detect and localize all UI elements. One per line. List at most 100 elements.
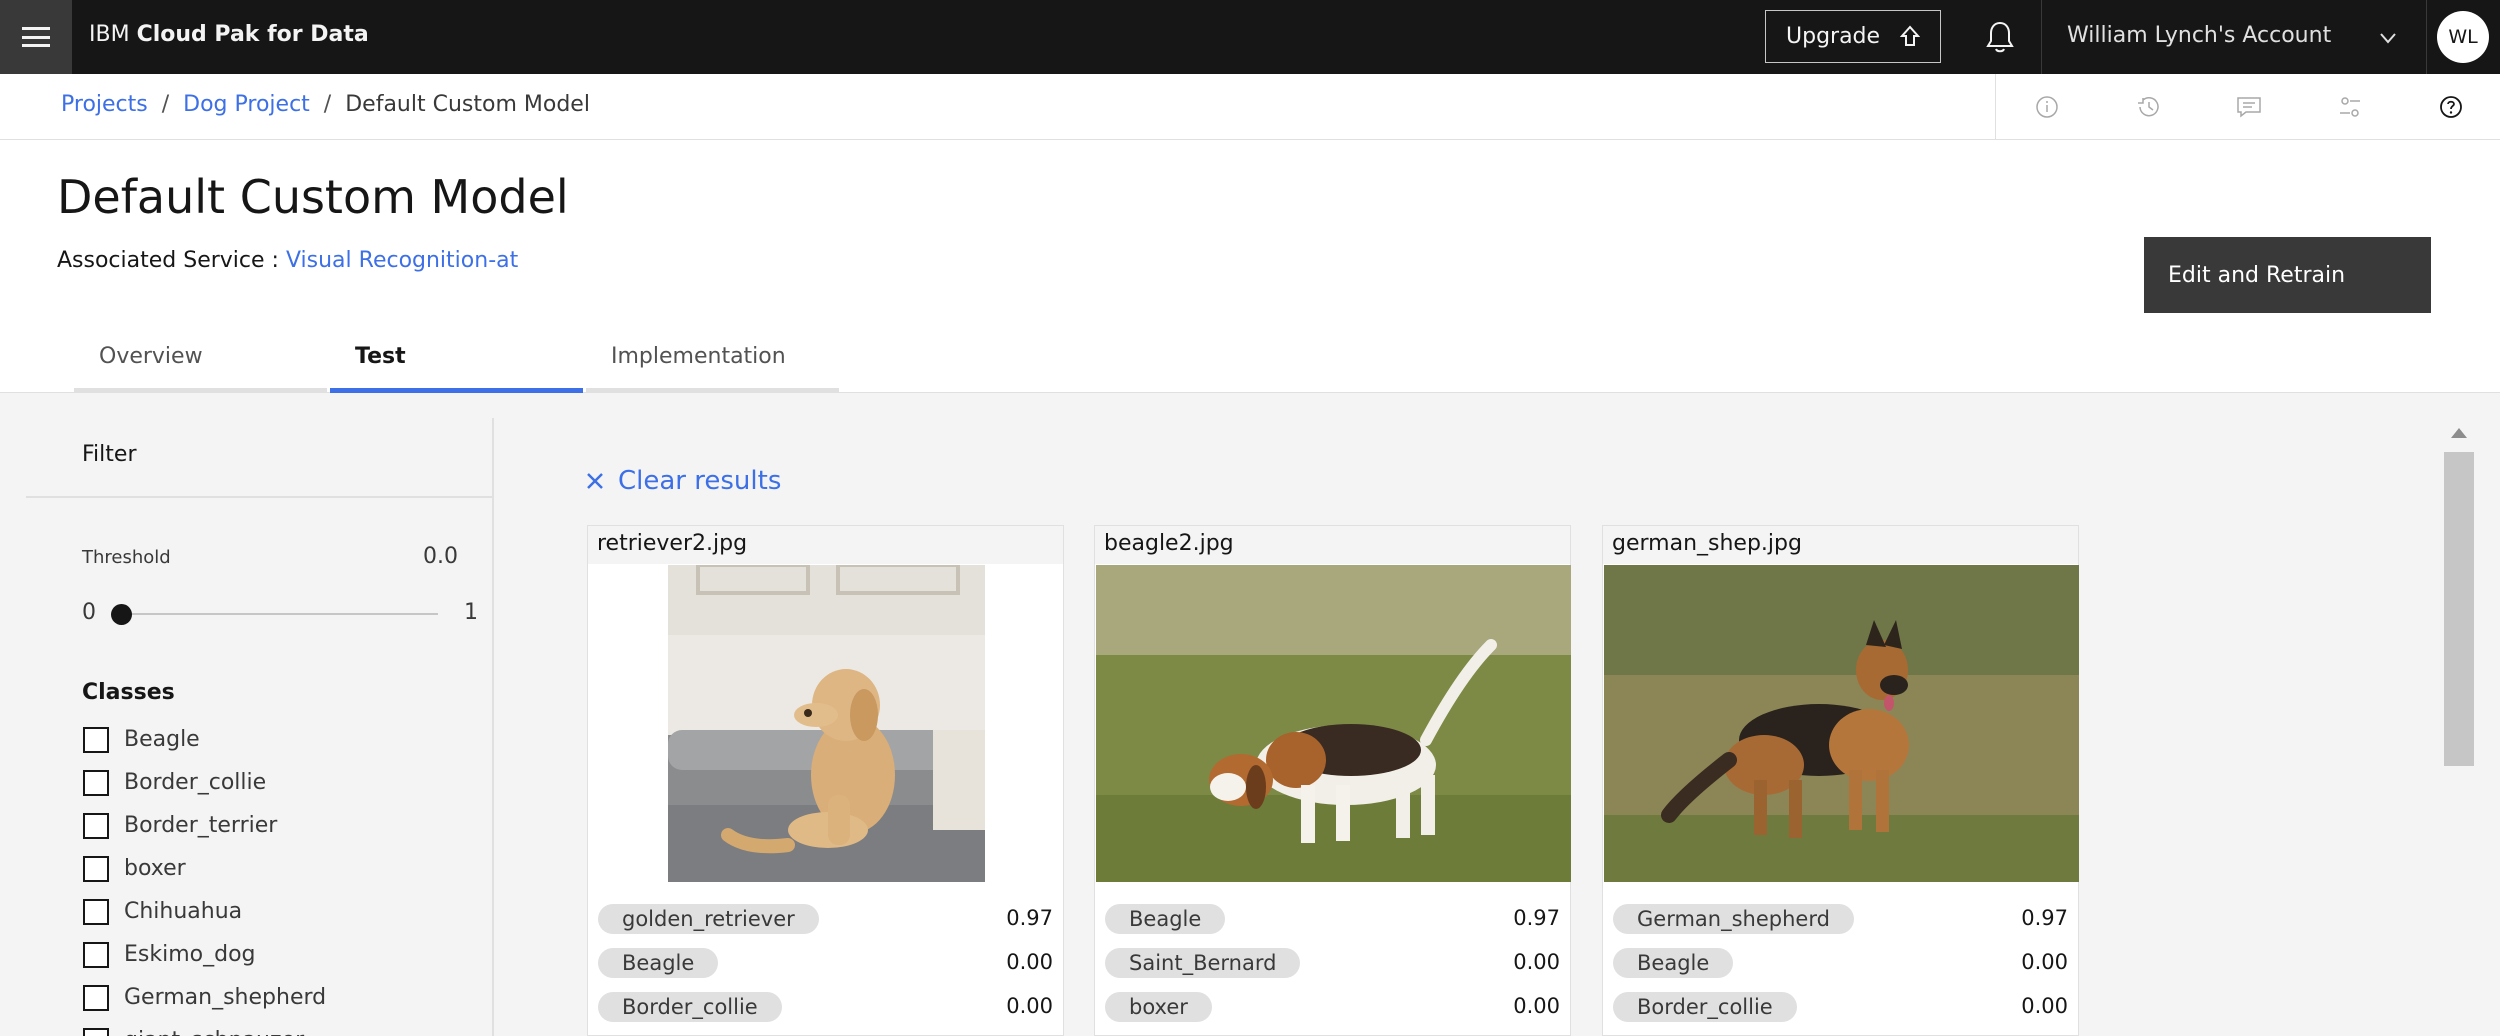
class-item[interactable]: Border_terrier bbox=[83, 804, 326, 847]
brand-name: Cloud Pak for Data bbox=[136, 22, 369, 47]
info-icon bbox=[2035, 96, 2058, 118]
score-value: 0.00 bbox=[2021, 950, 2068, 974]
score-row: golden_retriever 0.97 bbox=[598, 904, 1053, 948]
scroll-up-arrow-icon[interactable] bbox=[2451, 428, 2467, 438]
score-row: Beagle 0.97 bbox=[1105, 904, 1560, 948]
chevron-down-icon[interactable] bbox=[2378, 28, 2398, 48]
upgrade-arrow-icon bbox=[1900, 25, 1920, 46]
score-value: 0.97 bbox=[1006, 906, 1053, 930]
notification-bell-icon[interactable] bbox=[1985, 20, 2015, 54]
account-switcher[interactable]: William Lynch's Account bbox=[2067, 23, 2331, 48]
class-tag: Beagle bbox=[598, 948, 719, 978]
score-value: 0.00 bbox=[2021, 994, 2068, 1018]
brand-logo[interactable]: IBM Cloud Pak for Data bbox=[89, 22, 369, 47]
breadcrumb-projects[interactable]: Projects bbox=[61, 92, 148, 117]
filter-title: Filter bbox=[82, 442, 137, 467]
help-button[interactable] bbox=[2400, 74, 2500, 140]
info-button[interactable] bbox=[1996, 74, 2097, 140]
class-list: Beagle Border_collie Border_terrier boxe… bbox=[83, 718, 326, 1036]
score-row: Border_collie 0.00 bbox=[598, 992, 1053, 1036]
score-row: German_shepherd 0.97 bbox=[1613, 904, 2068, 948]
threshold-slider-track[interactable] bbox=[121, 613, 438, 615]
class-item[interactable]: Eskimo_dog bbox=[83, 933, 326, 976]
class-checkbox[interactable] bbox=[83, 1027, 109, 1036]
clear-results-button[interactable]: Clear results bbox=[586, 466, 781, 496]
threshold-slider-handle[interactable] bbox=[111, 604, 132, 625]
class-label: Eskimo_dog bbox=[124, 942, 256, 967]
breadcrumb-bar: Projects / Dog Project / Default Custom … bbox=[0, 74, 2500, 140]
score-row: Beagle 0.00 bbox=[598, 948, 1053, 992]
score-value: 0.00 bbox=[1513, 950, 1560, 974]
class-label: Beagle bbox=[124, 727, 200, 752]
score-value: 0.97 bbox=[1513, 906, 1560, 930]
page-toolbar bbox=[1995, 74, 2500, 140]
class-item[interactable]: boxer bbox=[83, 847, 326, 890]
class-label: German_shepherd bbox=[124, 985, 327, 1010]
settings-button[interactable] bbox=[2299, 74, 2400, 140]
associated-service: Associated Service : Visual Recognition-… bbox=[57, 248, 518, 273]
threshold-value: 0.0 bbox=[423, 544, 458, 569]
clear-results-label: Clear results bbox=[618, 466, 782, 496]
result-card[interactable]: retriever2.jpg golden_retriever 0.97 Beag… bbox=[587, 525, 1064, 1036]
result-image bbox=[1604, 565, 2079, 882]
class-checkbox[interactable] bbox=[83, 941, 109, 968]
class-tag: Beagle bbox=[1105, 904, 1226, 934]
filter-divider bbox=[26, 496, 492, 498]
page-title: Default Custom Model bbox=[57, 170, 569, 224]
user-avatar[interactable]: WL bbox=[2437, 11, 2489, 63]
associated-service-link[interactable]: Visual Recognition-at bbox=[286, 248, 518, 273]
edit-and-retrain-button[interactable]: Edit and Retrain bbox=[2144, 237, 2431, 313]
class-checkbox[interactable] bbox=[83, 812, 109, 839]
class-item[interactable]: giant_schnauzer bbox=[83, 1019, 326, 1036]
score-value: 0.00 bbox=[1513, 994, 1560, 1018]
class-tag: German_shepherd bbox=[1613, 904, 1854, 934]
class-checkbox[interactable] bbox=[83, 984, 109, 1011]
class-tag: Border_collie bbox=[598, 992, 782, 1022]
class-checkbox[interactable] bbox=[83, 898, 109, 925]
hamburger-icon bbox=[22, 27, 50, 47]
associated-service-label: Associated Service : bbox=[57, 248, 279, 273]
tab-test[interactable]: Test bbox=[330, 325, 583, 393]
class-item[interactable]: Beagle bbox=[83, 718, 326, 761]
score-value: 0.00 bbox=[1006, 994, 1053, 1018]
top-navigation-bar: IBM Cloud Pak for Data Upgrade William L… bbox=[0, 0, 2500, 74]
upgrade-label: Upgrade bbox=[1786, 24, 1881, 49]
class-item[interactable]: German_shepherd bbox=[83, 976, 326, 1019]
menu-button[interactable] bbox=[0, 0, 72, 74]
class-checkbox[interactable] bbox=[83, 855, 109, 882]
scrollbar-thumb[interactable] bbox=[2444, 452, 2474, 766]
classes-heading: Classes bbox=[82, 680, 175, 705]
topbar-divider bbox=[2426, 0, 2427, 74]
class-checkbox[interactable] bbox=[83, 769, 109, 796]
class-label: Border_terrier bbox=[124, 813, 278, 838]
class-tag: boxer bbox=[1105, 992, 1212, 1022]
comment-icon bbox=[2236, 97, 2261, 118]
score-row: Border_collie 0.00 bbox=[1613, 992, 2068, 1036]
comments-button[interactable] bbox=[2198, 74, 2299, 140]
tab-implementation[interactable]: Implementation bbox=[586, 325, 839, 393]
breadcrumb: Projects / Dog Project / Default Custom … bbox=[61, 92, 590, 117]
class-tag: golden_retriever bbox=[598, 904, 819, 934]
class-tag: Border_collie bbox=[1613, 992, 1797, 1022]
upgrade-button[interactable]: Upgrade bbox=[1765, 10, 1941, 63]
result-card[interactable]: german_shep.jpg German_shepherd 0.97 Beag… bbox=[1602, 525, 2079, 1036]
history-button[interactable] bbox=[2097, 74, 2198, 140]
card-filename: german_shep.jpg bbox=[1603, 526, 2078, 564]
topbar-divider bbox=[2041, 0, 2042, 74]
tab-overview[interactable]: Overview bbox=[74, 325, 327, 393]
score-row: Beagle 0.00 bbox=[1613, 948, 2068, 992]
result-card[interactable]: beagle2.jpg Beagle 0.97 Saint_Bernard 0.00… bbox=[1094, 525, 1571, 1036]
class-label: Chihuahua bbox=[124, 899, 243, 924]
class-item[interactable]: Chihuahua bbox=[83, 890, 326, 933]
class-checkbox[interactable] bbox=[83, 726, 109, 753]
class-label: boxer bbox=[124, 856, 186, 881]
threshold-label: Threshold bbox=[82, 547, 171, 568]
page-header: Default Custom Model Associated Service … bbox=[0, 140, 2500, 393]
score-value: 0.97 bbox=[2021, 906, 2068, 930]
class-item[interactable]: Border_collie bbox=[83, 761, 326, 804]
result-image bbox=[1096, 565, 1571, 882]
breadcrumb-separator: / bbox=[161, 92, 170, 117]
score-list: German_shepherd 0.97 Beagle 0.00 Border_co… bbox=[1613, 904, 2068, 1036]
score-list: Beagle 0.97 Saint_Bernard 0.00 boxer 0.00 bbox=[1105, 904, 1560, 1036]
breadcrumb-dog-project[interactable]: Dog Project bbox=[183, 92, 310, 117]
